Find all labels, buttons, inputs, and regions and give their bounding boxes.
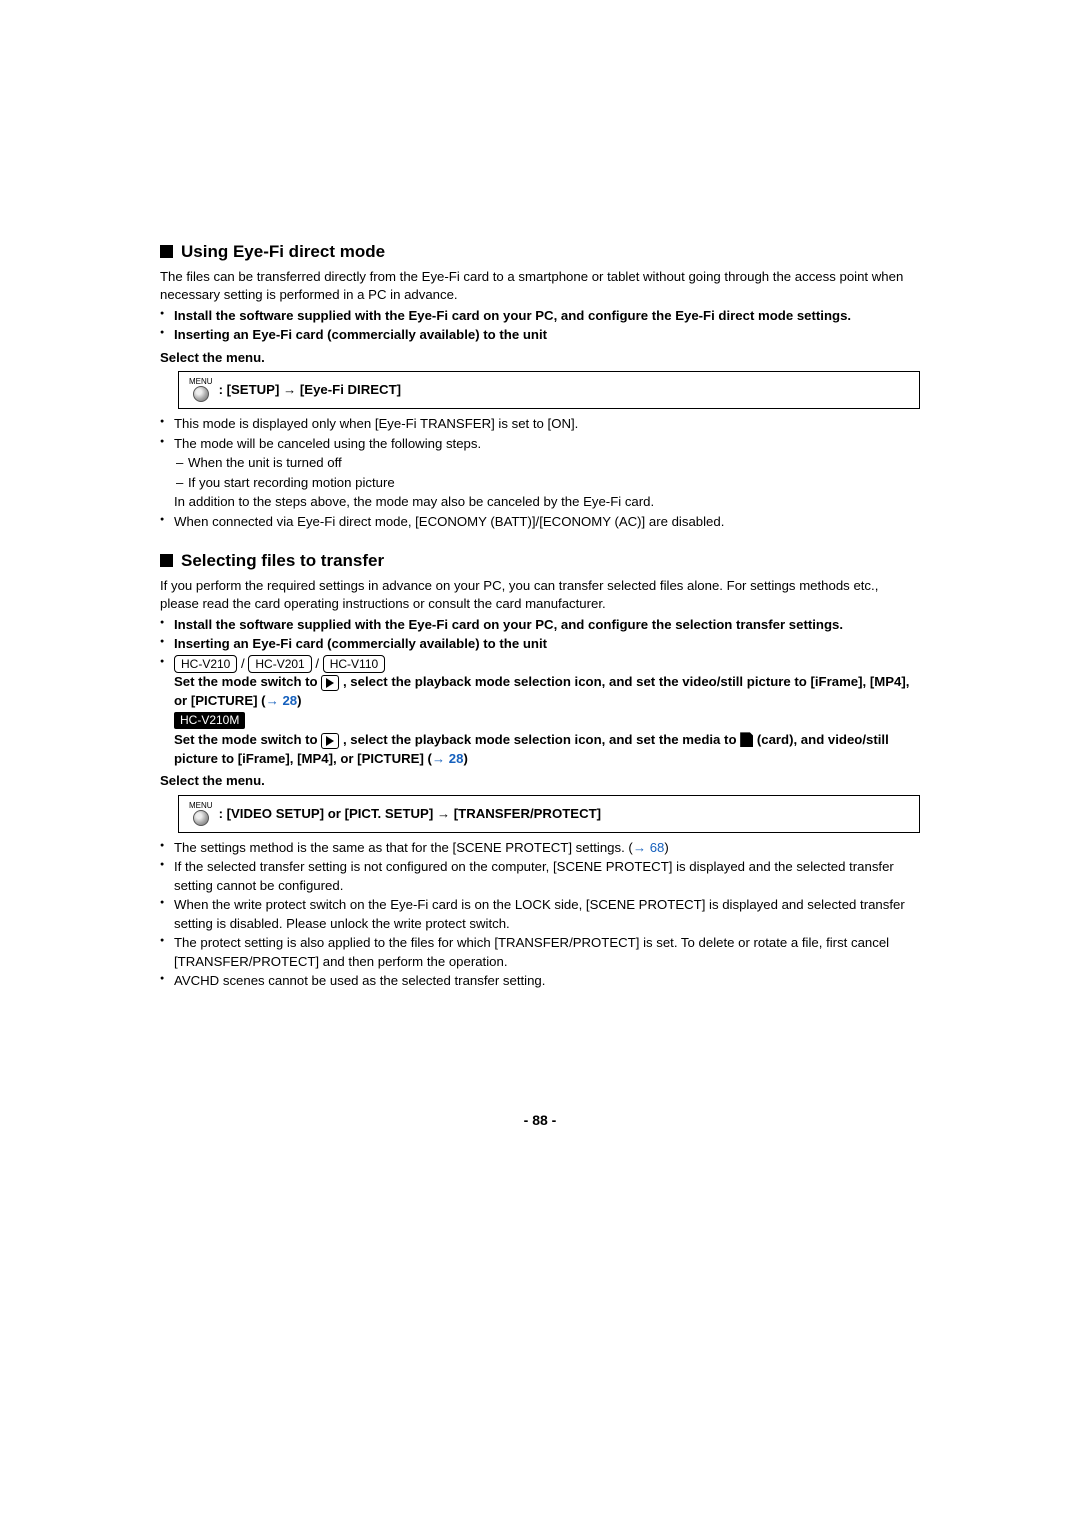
menu-path-box: MENU : [SETUP] → [Eye-Fi DIRECT] <box>178 371 920 409</box>
notes-list: This mode is displayed only when [Eye-Fi… <box>160 415 920 531</box>
sd-card-icon <box>740 732 753 747</box>
sub-after-text: In addition to the steps above, the mode… <box>174 494 654 509</box>
menu-icon: MENU <box>189 802 213 826</box>
menu-icon-label: MENU <box>189 802 213 810</box>
page-number: - 88 - <box>160 1111 920 1131</box>
sub-notes: When the unit is turned off If you start… <box>174 454 920 492</box>
square-bullet-icon <box>160 245 173 258</box>
note-item: This mode is displayed only when [Eye-Fi… <box>174 415 920 433</box>
link-arrow-icon[interactable]: → <box>432 751 449 766</box>
pre-note: Inserting an Eye-Fi card (commercially a… <box>174 326 920 344</box>
dial-icon <box>193 810 209 826</box>
post-note: The protect setting is also applied to t… <box>174 934 920 971</box>
menu-icon-label: MENU <box>189 378 213 386</box>
heading-eyefi-direct: Using Eye-Fi direct mode <box>160 240 920 264</box>
sub-note: If you start recording motion picture <box>188 474 920 492</box>
heading-text: Selecting files to transfer <box>181 551 384 570</box>
page-link[interactable]: 28 <box>282 693 297 708</box>
page-link[interactable]: 28 <box>449 751 464 766</box>
pre-note: Inserting an Eye-Fi card (commercially a… <box>174 635 920 653</box>
model-badge: HC-V201 <box>248 655 311 673</box>
post-note: When the write protect switch on the Eye… <box>174 896 920 933</box>
post-note: If the selected transfer setting is not … <box>174 858 920 895</box>
post-note: The settings method is the same as that … <box>174 839 920 857</box>
playback-mode-icon <box>321 675 339 691</box>
dial-icon <box>193 386 209 402</box>
note-item: The mode will be canceled using the foll… <box>174 435 920 512</box>
heading-selecting-files: Selecting files to transfer <box>160 549 920 573</box>
menu-path-text: : [VIDEO SETUP] or [PICT. SETUP] → [TRAN… <box>219 805 601 823</box>
pre-note: Install the software supplied with the E… <box>174 616 920 634</box>
manual-page: Using Eye-Fi direct mode The files can b… <box>160 0 920 1190</box>
note-item: When connected via Eye-Fi direct mode, [… <box>174 513 920 531</box>
link-arrow-icon[interactable]: → <box>266 693 283 708</box>
menu-icon: MENU <box>189 378 213 402</box>
playback-mode-icon <box>321 733 339 749</box>
pre-notes-list: Install the software supplied with the E… <box>160 307 920 345</box>
model-badge: HC-V210 <box>174 655 237 673</box>
menu-path-text: : [SETUP] → [Eye-Fi DIRECT] <box>219 381 401 399</box>
intro-text: The files can be transferred directly fr… <box>160 268 920 305</box>
intro-text: If you perform the required settings in … <box>160 577 920 614</box>
model-badge: HC-V110 <box>323 655 385 673</box>
sub-note: When the unit is turned off <box>188 454 920 472</box>
post-notes-list: The settings method is the same as that … <box>160 839 920 991</box>
mode-instruction: Set the mode switch to , select the play… <box>174 673 920 710</box>
model-instruction: HC-V210 / HC-V201 / HC-V110 Set the mode… <box>174 655 920 768</box>
step-select-menu: Select the menu. <box>160 772 920 790</box>
page-link[interactable]: 68 <box>650 840 665 855</box>
pre-note: Install the software supplied with the E… <box>174 307 920 325</box>
model-badge-filled: HC-V210M <box>174 712 245 729</box>
step-select-menu: Select the menu. <box>160 349 920 367</box>
pre-notes-list-2: Install the software supplied with the E… <box>160 616 920 768</box>
mode-instruction: Set the mode switch to , select the play… <box>174 731 920 768</box>
menu-path-box: MENU : [VIDEO SETUP] or [PICT. SETUP] → … <box>178 795 920 833</box>
heading-text: Using Eye-Fi direct mode <box>181 242 385 261</box>
square-bullet-icon <box>160 554 173 567</box>
post-note: AVCHD scenes cannot be used as the selec… <box>174 972 920 990</box>
link-arrow-icon[interactable]: → <box>633 840 650 855</box>
